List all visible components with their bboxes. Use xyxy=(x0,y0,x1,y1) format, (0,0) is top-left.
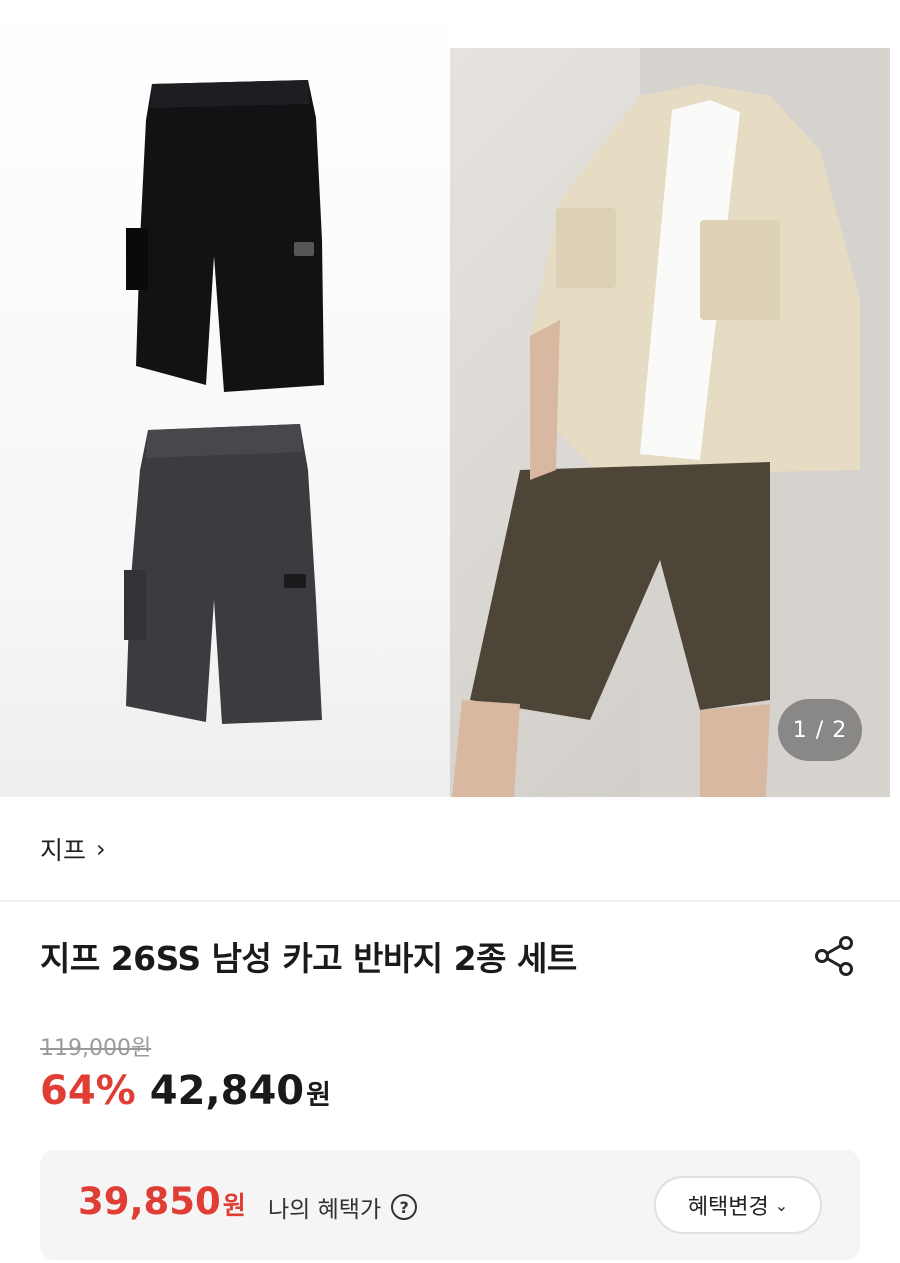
benefit-label-text: 나의 혜택가 xyxy=(268,1197,382,1223)
image-counter: 1 / 2 xyxy=(778,699,862,761)
product-title: 지프 26SS 남성 카고 반바지 2종 세트 xyxy=(40,939,577,978)
brand-link[interactable]: 지프 › xyxy=(0,797,900,900)
charcoal-shorts-image xyxy=(124,424,322,724)
black-shorts-image xyxy=(126,80,324,392)
product-images-illustration xyxy=(124,48,890,797)
sale-price: 42,840 xyxy=(149,1068,305,1114)
help-icon[interactable]: ? xyxy=(391,1194,418,1220)
model-image xyxy=(452,48,890,797)
benefit-label: 나의 혜택가 ? xyxy=(268,1190,418,1224)
chevron-down-icon: ⌄ xyxy=(774,1195,789,1215)
discount-rate: 64% xyxy=(40,1068,136,1114)
chevron-right-icon: › xyxy=(96,834,106,863)
change-benefit-button[interactable]: 혜택변경 ⌄ xyxy=(654,1176,822,1234)
share-icon[interactable] xyxy=(812,934,856,978)
benefit-price: 39,850 원 xyxy=(78,1180,246,1223)
brand-name: 지프 xyxy=(40,835,87,865)
benefit-price-currency: 원 xyxy=(222,1191,246,1220)
product-title-row: 지프 26SS 남성 카고 반바지 2종 세트 xyxy=(0,902,900,992)
benefit-price-value: 39,850 xyxy=(78,1180,221,1223)
change-benefit-label: 혜택변경 xyxy=(687,1195,769,1220)
benefit-price-box: 39,850 원 나의 혜택가 ? 혜택변경 ⌄ xyxy=(40,1150,860,1260)
sale-price-currency: 원 xyxy=(306,1080,331,1111)
product-image-gallery[interactable]: 1 / 2 xyxy=(0,0,900,797)
original-price: 119,000원 xyxy=(40,1036,152,1061)
price-row: 64% 42,840 원 xyxy=(40,1068,331,1114)
